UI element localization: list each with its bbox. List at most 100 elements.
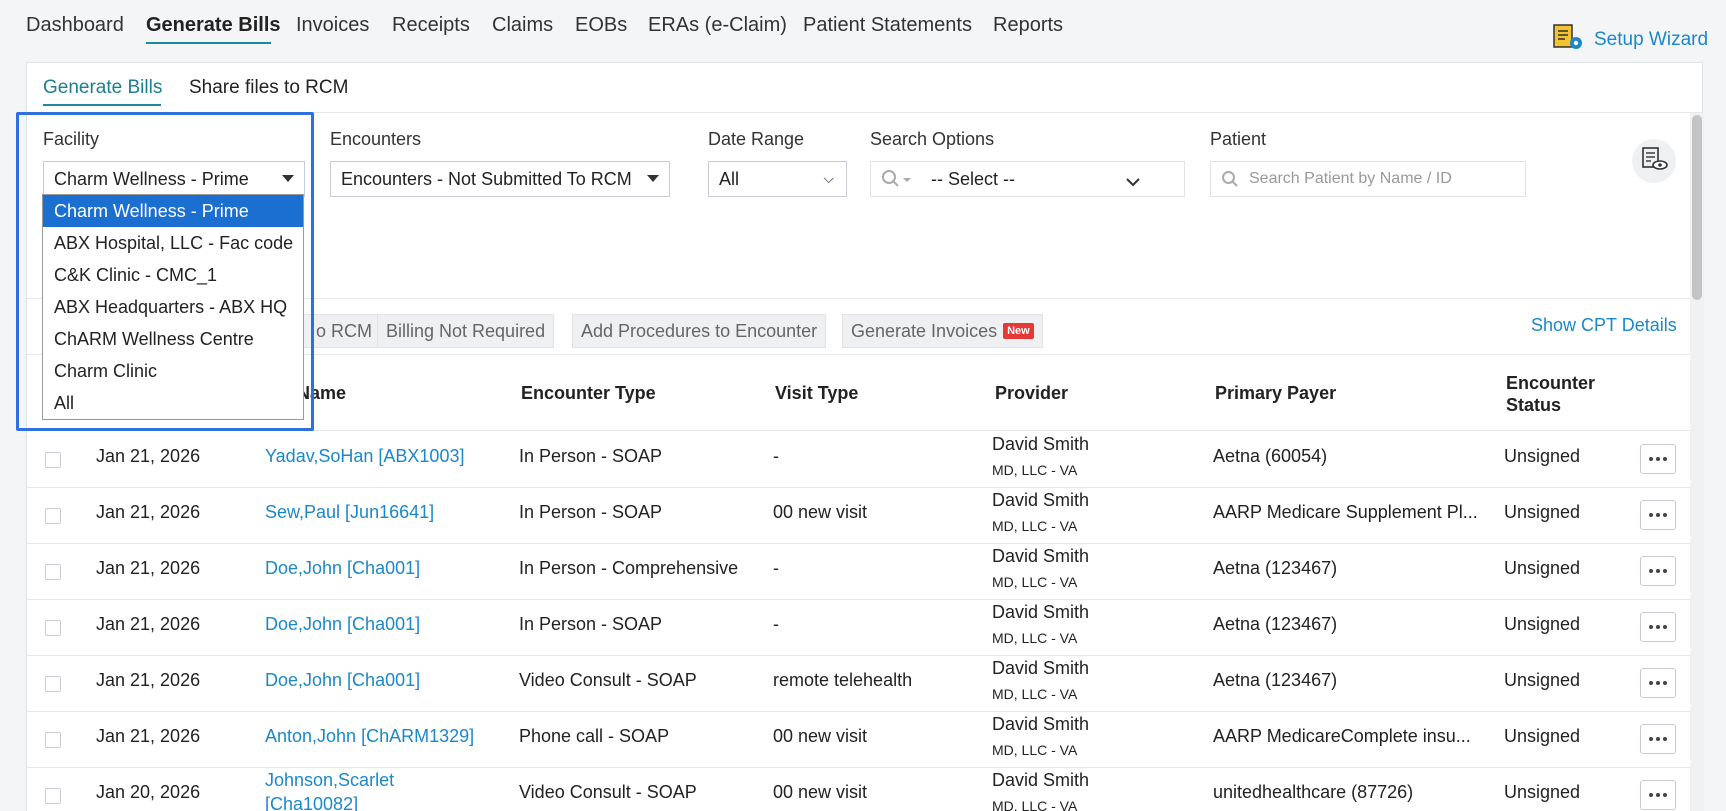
facility-select[interactable]: Charm Wellness - Prime bbox=[43, 161, 305, 197]
row-patient-link[interactable]: Anton,John [ChARM1329] bbox=[265, 726, 474, 747]
nav-eobs[interactable]: EOBs bbox=[575, 14, 627, 37]
billing-not-required-button[interactable]: Billing Not Required bbox=[377, 314, 555, 348]
date-range-select[interactable]: All ⌵ bbox=[708, 161, 847, 197]
col-visit-type[interactable]: Visit Type bbox=[775, 383, 858, 404]
more-dots-icon bbox=[1663, 569, 1667, 573]
row-patient-link[interactable]: Doe,John [Cha001] bbox=[265, 558, 420, 579]
row-date: Jan 21, 2026 bbox=[96, 446, 201, 466]
submit-to-rcm-label: o RCM bbox=[316, 320, 373, 341]
row-checkbox[interactable] bbox=[45, 452, 61, 468]
row-provider-sub: MD, LLC - VA bbox=[992, 574, 1078, 590]
column-view-button[interactable] bbox=[1632, 139, 1676, 183]
add-procedures-button[interactable]: Add Procedures to Encounter bbox=[572, 314, 827, 348]
more-dots-icon bbox=[1663, 681, 1667, 685]
row-checkbox[interactable] bbox=[45, 564, 61, 580]
row-checkbox[interactable] bbox=[45, 676, 61, 692]
row-patient-link[interactable]: Sew,Paul [Jun16641] bbox=[265, 502, 434, 523]
row-visit-type: - bbox=[773, 614, 779, 634]
row-encounter-type: In Person - SOAP bbox=[519, 614, 663, 634]
vertical-scrollbar[interactable] bbox=[1690, 113, 1704, 811]
more-dots-icon bbox=[1656, 569, 1660, 573]
row-more-actions-button[interactable] bbox=[1640, 724, 1676, 754]
row-more-actions-button[interactable] bbox=[1640, 612, 1676, 642]
generate-invoices-button[interactable]: Generate Invoices New bbox=[842, 314, 1043, 348]
encounters-label: Encounters bbox=[330, 129, 422, 149]
row-patient-link[interactable]: Doe,John [Cha001] bbox=[265, 670, 420, 691]
patient-search-input[interactable]: Search Patient by Name / ID bbox=[1210, 161, 1526, 197]
row-visit-type: 00 new visit bbox=[773, 782, 868, 802]
nav-patient-statements[interactable]: Patient Statements bbox=[803, 14, 972, 37]
row-patient-link[interactable]: Yadav,SoHan [ABX1003] bbox=[265, 446, 464, 467]
row-patient-link[interactable]: Doe,John [Cha001] bbox=[265, 614, 420, 635]
encounters-select[interactable]: Encounters - Not Submitted To RCM bbox=[330, 161, 670, 197]
table-row[interactable]: Jan 21, 2026 Doe,John [Cha001] In Person -… bbox=[27, 544, 1690, 600]
row-encounter-status: Unsigned bbox=[1504, 670, 1581, 690]
facility-option[interactable]: ABX Hospital, LLC - Fac code bbox=[43, 227, 303, 259]
row-encounter-status: Unsigned bbox=[1504, 446, 1581, 466]
nav-dashboard[interactable]: Dashboard bbox=[26, 14, 124, 37]
row-more-actions-button[interactable] bbox=[1640, 500, 1676, 530]
row-more-actions-button[interactable] bbox=[1640, 556, 1676, 586]
table-row[interactable]: Jan 20, 2026 Johnson,Scarlet [Cha10082] Vid… bbox=[27, 768, 1690, 811]
col-encounter-type[interactable]: Encounter Type bbox=[521, 383, 656, 404]
row-patient-link[interactable]: Johnson,Scarlet bbox=[265, 770, 394, 791]
row-visit-type: 00 new visit bbox=[773, 502, 868, 522]
show-cpt-details-link[interactable]: Show CPT Details bbox=[1531, 315, 1677, 336]
more-dots-icon bbox=[1649, 513, 1653, 517]
subtab-active-underline bbox=[43, 104, 161, 106]
row-encounter-status: Unsigned bbox=[1504, 558, 1581, 578]
row-more-actions-button[interactable] bbox=[1640, 668, 1676, 698]
table-row[interactable]: Jan 21, 2026 Yadav,SoHan [ABX1003] In Pers… bbox=[27, 432, 1690, 488]
row-date: Jan 21, 2026 bbox=[96, 502, 201, 522]
row-checkbox[interactable] bbox=[45, 620, 61, 636]
more-dots-icon bbox=[1649, 793, 1653, 797]
subtab-share-files-rcm[interactable]: Share files to RCM bbox=[189, 77, 348, 99]
facility-option[interactable]: All bbox=[43, 387, 303, 419]
row-checkbox[interactable] bbox=[45, 508, 61, 524]
facility-option[interactable]: C&K Clinic - CMC_1 bbox=[43, 259, 303, 291]
row-date: Jan 21, 2026 bbox=[96, 614, 201, 634]
row-visit-type: - bbox=[773, 558, 779, 578]
row-provider-name: David Smith bbox=[992, 770, 1090, 790]
col-provider[interactable]: Provider bbox=[995, 383, 1068, 404]
setup-wizard-link[interactable]: Setup Wizard bbox=[1552, 22, 1708, 58]
caret-down-icon bbox=[647, 175, 659, 182]
nav-receipts[interactable]: Receipts bbox=[392, 14, 470, 37]
facility-option[interactable]: ChARM Wellness Centre bbox=[43, 323, 303, 355]
table-row[interactable]: Jan 21, 2026 Doe,John [Cha001] In Person -… bbox=[27, 600, 1690, 656]
nav-invoices[interactable]: Invoices bbox=[296, 14, 369, 37]
row-primary-payer: Aetna (123467) bbox=[1213, 670, 1338, 690]
row-provider-name: David Smith bbox=[992, 490, 1090, 510]
row-more-actions-button[interactable] bbox=[1640, 444, 1676, 474]
facility-option[interactable]: Charm Wellness - Prime bbox=[43, 195, 303, 227]
row-more-actions-button[interactable] bbox=[1640, 780, 1676, 810]
row-checkbox[interactable] bbox=[45, 788, 61, 804]
facility-option[interactable]: Charm Clinic bbox=[43, 355, 303, 387]
row-visit-type: 00 new visit bbox=[773, 726, 868, 746]
row-provider-name: David Smith bbox=[992, 714, 1090, 734]
nav-eras[interactable]: ERAs (e-Claim) bbox=[648, 14, 787, 37]
more-dots-icon bbox=[1656, 457, 1660, 461]
row-primary-payer: unitedhealthcare (87726) bbox=[1213, 782, 1414, 802]
scrollbar-thumb[interactable] bbox=[1692, 115, 1702, 300]
col-encounter-status-line1[interactable]: Encounter bbox=[1506, 373, 1595, 394]
row-provider-sub: MD, LLC - VA bbox=[992, 742, 1078, 758]
patient-search-placeholder: Search Patient by Name / ID bbox=[1249, 170, 1452, 187]
col-primary-payer[interactable]: Primary Payer bbox=[1215, 383, 1336, 404]
subtab-generate-bills[interactable]: Generate Bills bbox=[43, 77, 162, 99]
table-row[interactable]: Jan 21, 2026 Sew,Paul [Jun16641] In Person… bbox=[27, 488, 1690, 544]
row-checkbox[interactable] bbox=[45, 732, 61, 748]
table-row[interactable]: Jan 21, 2026 Anton,John [ChARM1329] Phone … bbox=[27, 712, 1690, 768]
more-dots-icon bbox=[1656, 681, 1660, 685]
row-primary-payer: AARP Medicare Supplement Pl... bbox=[1213, 502, 1478, 522]
nav-reports[interactable]: Reports bbox=[993, 14, 1063, 37]
table-row[interactable]: Jan 21, 2026 Doe,John [Cha001] Video Consu… bbox=[27, 656, 1690, 712]
row-provider-sub: MD, LLC - VA bbox=[992, 518, 1078, 534]
nav-claims[interactable]: Claims bbox=[492, 14, 553, 37]
row-provider-sub: MD, LLC - VA bbox=[992, 462, 1078, 478]
nav-generate-bills[interactable]: Generate Bills bbox=[146, 14, 281, 37]
row-patient-link-line2[interactable]: [Cha10082] bbox=[265, 794, 358, 811]
row-encounter-type: In Person - SOAP bbox=[519, 446, 663, 466]
search-options-select[interactable]: -- Select -- bbox=[870, 161, 1185, 197]
facility-option[interactable]: ABX Headquarters - ABX HQ bbox=[43, 291, 303, 323]
